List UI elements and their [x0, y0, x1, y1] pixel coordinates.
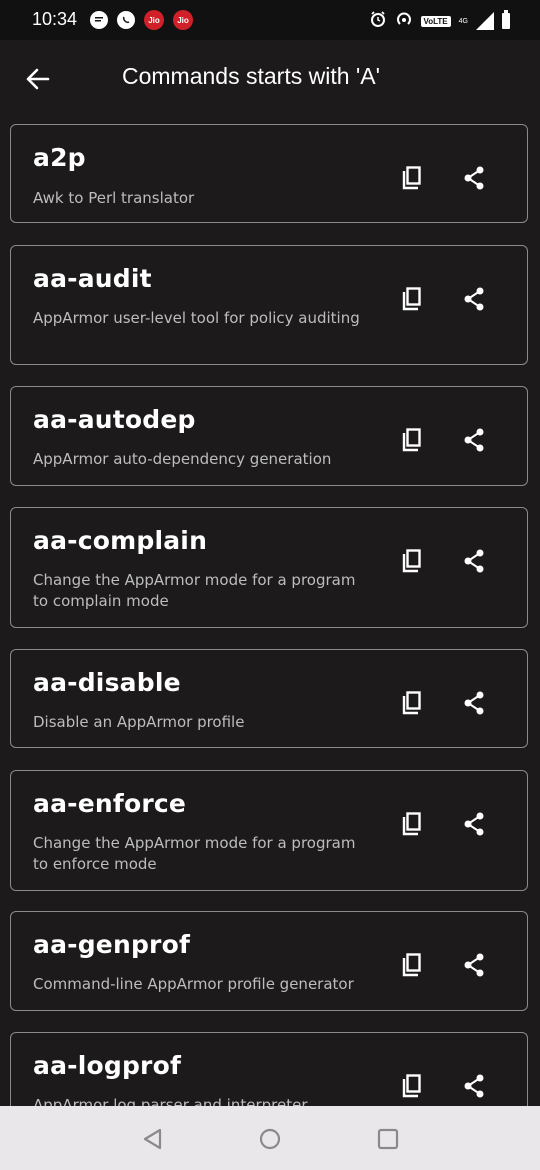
command-list[interactable]: a2p Awk to Perl translator aa-audit AppA… — [10, 124, 530, 1106]
command-card[interactable]: a2p Awk to Perl translator — [10, 124, 528, 223]
command-description: Command-line AppArmor profile generator — [33, 975, 354, 993]
command-name: aa-audit — [33, 264, 152, 293]
command-card[interactable]: aa-disable Disable an AppArmor profile — [10, 649, 528, 748]
copy-icon — [402, 1074, 421, 1098]
status-time: 10:34 — [32, 9, 78, 29]
copy-button[interactable] — [397, 425, 427, 455]
home-circle-icon — [259, 1128, 281, 1150]
command-name: aa-genprof — [33, 930, 191, 959]
system-icons: VoLTE 4G — [369, 10, 510, 32]
command-description: Change the AppArmor mode for a program t… — [33, 834, 356, 873]
copy-icon — [402, 428, 421, 452]
network-type-label: 4G — [458, 17, 468, 25]
command-name: a2p — [33, 143, 86, 172]
share-button[interactable] — [459, 1071, 489, 1101]
message-bubble-icon — [90, 11, 108, 29]
copy-button[interactable] — [397, 546, 427, 576]
back-triangle-icon — [143, 1128, 162, 1150]
share-button[interactable] — [459, 284, 489, 314]
command-description: AppArmor user-level tool for policy audi… — [33, 309, 360, 327]
share-icon — [464, 549, 484, 573]
command-card[interactable]: aa-complain Change the AppArmor mode for… — [10, 507, 528, 628]
volte-icon: VoLTE — [420, 15, 451, 27]
battery-icon — [502, 10, 510, 29]
command-card[interactable]: aa-enforce Change the AppArmor mode for … — [10, 770, 528, 891]
copy-icon — [402, 549, 421, 573]
arrow-left-icon — [26, 68, 50, 90]
share-button[interactable] — [459, 688, 489, 718]
nav-home-button[interactable] — [257, 1126, 283, 1152]
command-card[interactable]: aa-audit AppArmor user-level tool for po… — [10, 245, 528, 365]
share-icon — [464, 691, 484, 715]
command-card[interactable]: aa-autodep AppArmor auto-dependency gene… — [10, 386, 528, 486]
hotspot-icon — [395, 10, 413, 32]
share-icon — [464, 953, 484, 977]
share-button[interactable] — [459, 425, 489, 455]
nav-recents-button[interactable] — [375, 1126, 401, 1152]
copy-button[interactable] — [397, 163, 427, 193]
share-button[interactable] — [459, 809, 489, 839]
signal-icon — [476, 12, 494, 30]
share-button[interactable] — [459, 950, 489, 980]
copy-button[interactable] — [397, 950, 427, 980]
command-description: Change the AppArmor mode for a program t… — [33, 571, 356, 610]
copy-icon — [402, 953, 421, 977]
command-name: aa-logprof — [33, 1051, 182, 1080]
copy-icon — [402, 166, 421, 190]
jio-icon: Jio — [173, 10, 193, 30]
copy-icon — [402, 812, 421, 836]
status-bar: 10:34 Jio Jio VoLTE 4G — [0, 0, 540, 40]
command-description: Awk to Perl translator — [33, 189, 195, 207]
copy-icon — [402, 287, 421, 311]
command-description: AppArmor auto-dependency generation — [33, 450, 332, 468]
app-bar: Commands starts with 'A' — [0, 40, 540, 118]
share-icon — [464, 812, 484, 836]
system-navigation-bar — [0, 1106, 540, 1170]
share-button[interactable] — [459, 163, 489, 193]
share-icon — [464, 166, 484, 190]
back-button[interactable] — [20, 62, 54, 96]
command-description: AppArmor log parser and interpreter — [33, 1096, 308, 1106]
nav-back-button[interactable] — [140, 1126, 166, 1152]
copy-icon — [402, 691, 421, 715]
command-description: Disable an AppArmor profile — [33, 713, 245, 731]
command-name: aa-complain — [33, 526, 208, 555]
command-card[interactable]: aa-genprof Command-line AppArmor profile… — [10, 911, 528, 1011]
command-name: aa-autodep — [33, 405, 196, 434]
page-title: Commands starts with 'A' — [122, 63, 381, 89]
copy-button[interactable] — [397, 809, 427, 839]
share-icon — [464, 428, 484, 452]
copy-button[interactable] — [397, 1071, 427, 1101]
share-icon — [464, 1074, 484, 1098]
copy-button[interactable] — [397, 284, 427, 314]
copy-button[interactable] — [397, 688, 427, 718]
command-name: aa-enforce — [33, 789, 187, 818]
jio-icon: Jio — [144, 10, 164, 30]
notification-icons: Jio Jio — [90, 10, 193, 30]
alarm-icon — [369, 10, 387, 32]
whatsapp-icon — [117, 11, 135, 29]
command-name: aa-disable — [33, 668, 181, 697]
share-button[interactable] — [459, 546, 489, 576]
share-icon — [464, 287, 484, 311]
recents-square-icon — [377, 1128, 399, 1150]
command-card[interactable]: aa-logprof AppArmor log parser and inter… — [10, 1032, 528, 1106]
